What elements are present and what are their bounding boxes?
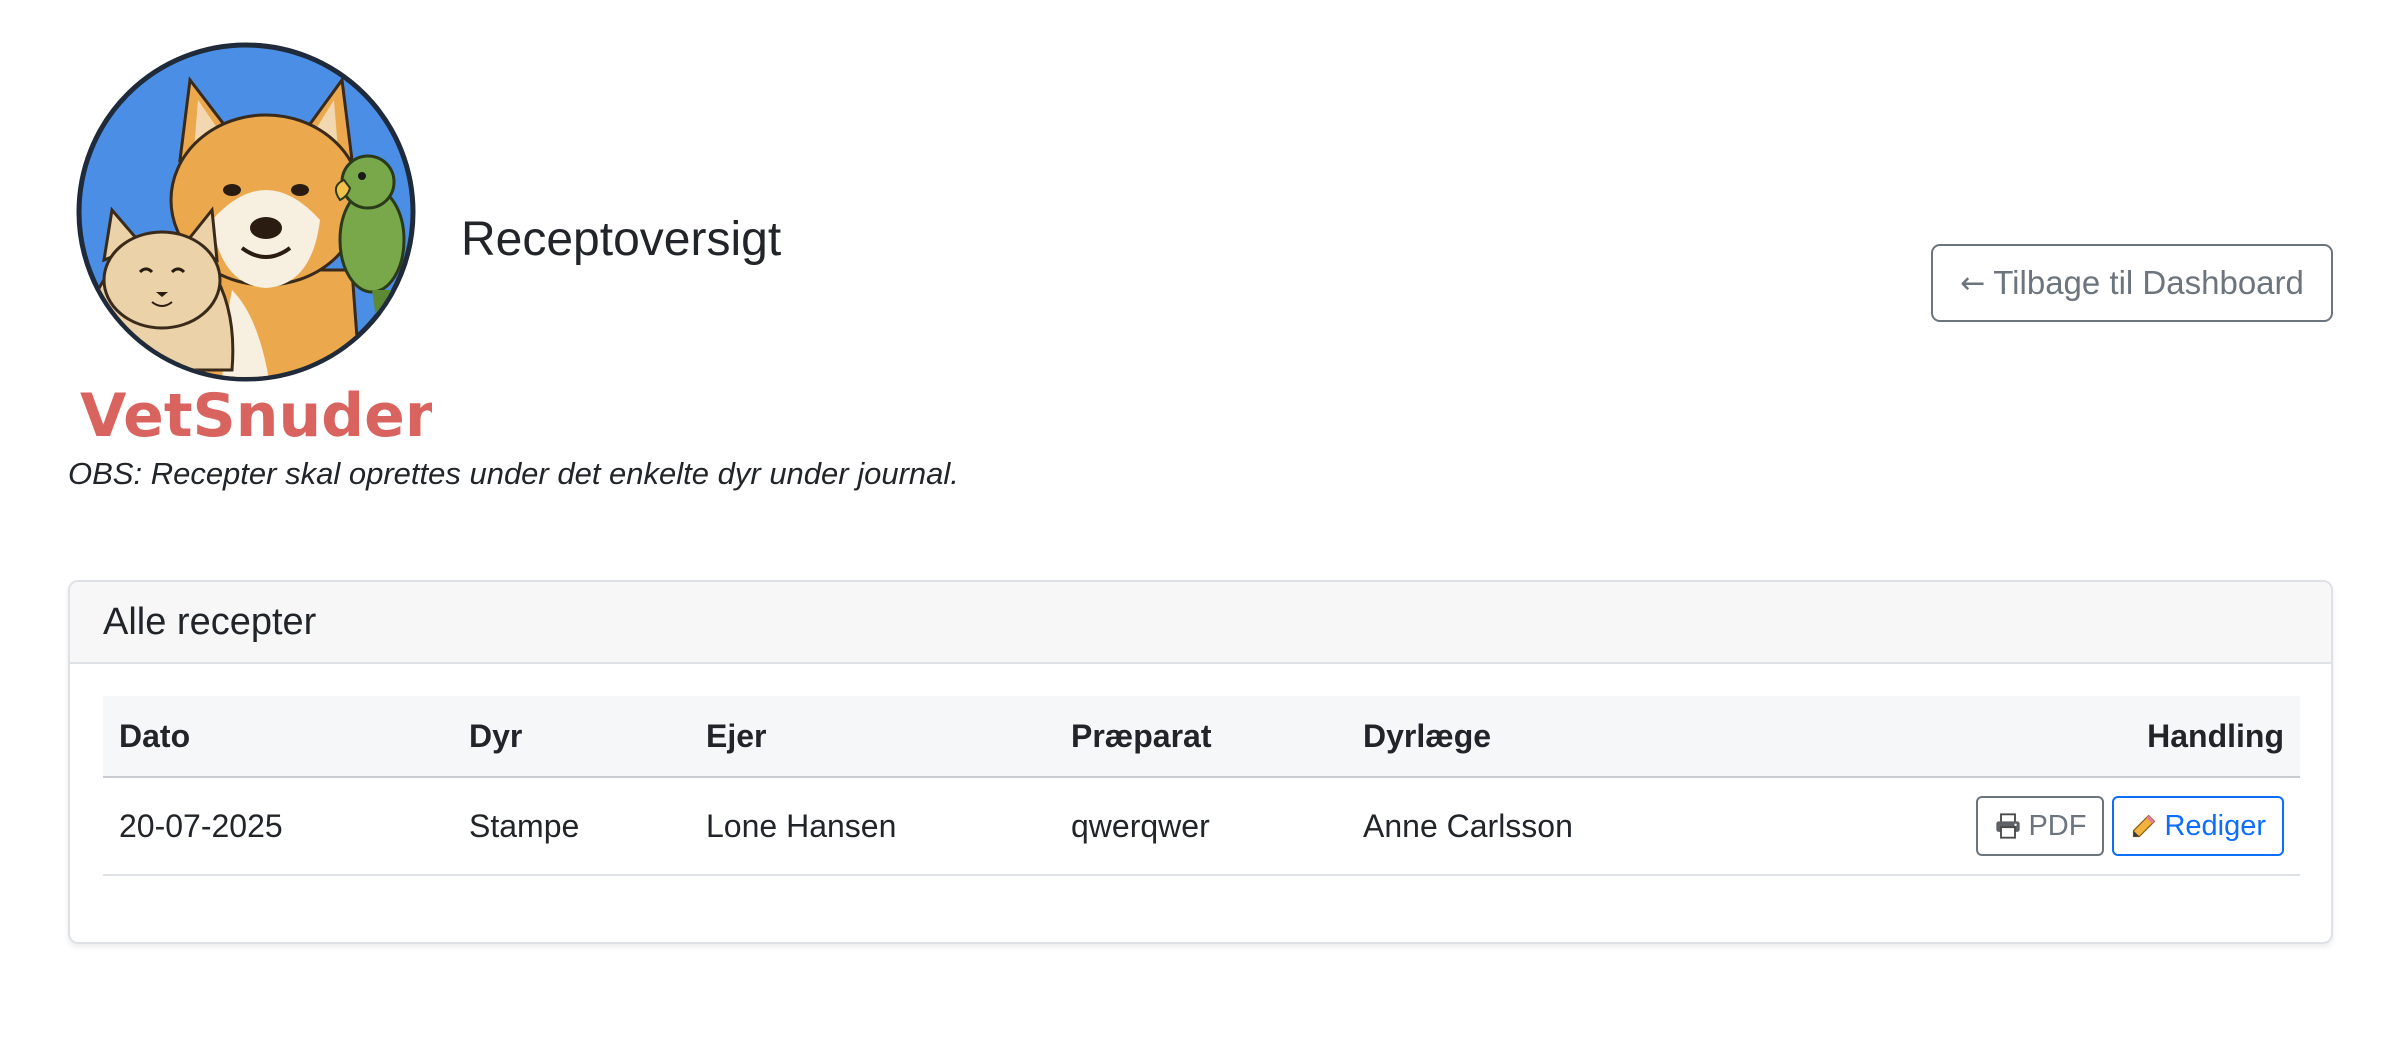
- column-header-handling: Handling: [1767, 696, 2300, 778]
- pdf-button-label: PDF: [2028, 809, 2087, 842]
- arrow-left-icon: ←: [1960, 265, 1986, 301]
- cell-praeparat: qwerqwer: [1055, 777, 1347, 876]
- prescriptions-table: Dato Dyr Ejer Præparat Dyrlæge Handling …: [103, 696, 2300, 876]
- page-title: Receptoversigt: [461, 213, 782, 266]
- prescriptions-card: Alle recepter Dato Dyr Ejer Præparat Dyr…: [68, 580, 2333, 944]
- cell-dyrlaege: Anne Carlsson: [1347, 777, 1767, 876]
- edit-button[interactable]: Rediger: [2112, 796, 2284, 856]
- back-button-label: Tilbage til Dashboard: [1993, 264, 2304, 301]
- cell-handling: PDF Rediger: [1767, 777, 2300, 876]
- edit-button-label: Rediger: [2164, 809, 2266, 842]
- cell-dyr: Stampe: [453, 777, 690, 876]
- logo-text: VetSnuden: [80, 381, 432, 450]
- column-header-dyrlaege: Dyrlæge: [1347, 696, 1767, 778]
- column-header-dyr: Dyr: [453, 696, 690, 778]
- card-header: Alle recepter: [70, 582, 2331, 664]
- column-header-ejer: Ejer: [690, 696, 1055, 778]
- cell-ejer: Lone Hansen: [690, 777, 1055, 876]
- table-header-row: Dato Dyr Ejer Præparat Dyrlæge Handling: [103, 696, 2300, 778]
- column-header-praeparat: Præparat: [1055, 696, 1347, 778]
- cell-dato: 20-07-2025: [103, 777, 453, 876]
- table-wrapper: Dato Dyr Ejer Præparat Dyrlæge Handling …: [103, 696, 2300, 876]
- page: VetSnuden Receptoversigt ← Tilbage til D…: [0, 0, 2400, 1056]
- card-title: Alle recepter: [103, 600, 317, 643]
- column-header-dato: Dato: [103, 696, 453, 778]
- back-to-dashboard-button[interactable]: ← Tilbage til Dashboard: [1931, 244, 2333, 322]
- printer-icon: [1996, 813, 2021, 839]
- table-row: 20-07-2025 Stampe Lone Hansen qwerqwer A…: [103, 777, 2300, 876]
- pencil-icon: [2133, 814, 2156, 838]
- vetsnuden-logo: VetSnuden: [76, 42, 432, 450]
- obs-notice: OBS: Recepter skal oprettes under det en…: [68, 456, 959, 491]
- pdf-button[interactable]: PDF: [1976, 796, 2105, 856]
